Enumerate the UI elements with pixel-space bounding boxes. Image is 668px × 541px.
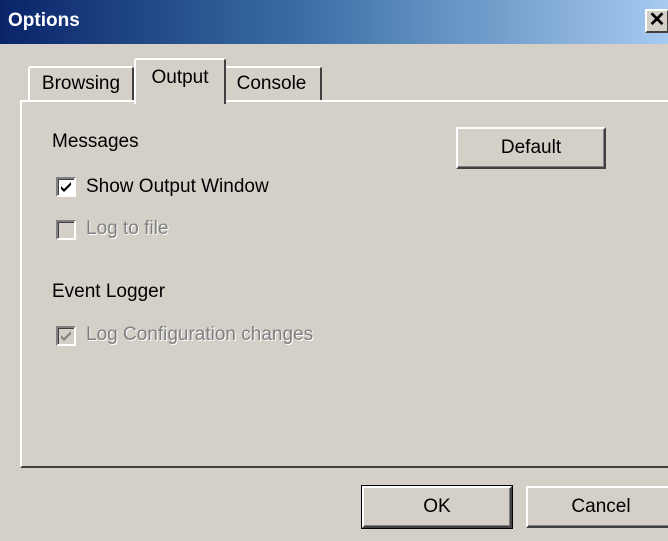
title-bar[interactable]: Options	[0, 0, 668, 44]
tab-console-label: Console	[236, 73, 307, 94]
tab-browsing-label: Browsing	[41, 73, 121, 94]
window-title: Options	[8, 10, 80, 31]
tab-browsing[interactable]: Browsing	[28, 66, 134, 102]
cancel-button[interactable]: Cancel	[526, 486, 668, 528]
default-button-label: Default	[500, 137, 562, 158]
check-icon	[61, 182, 71, 192]
log-to-file-checkbox	[56, 220, 76, 240]
close-icon: ✕	[648, 9, 666, 31]
show-output-window-checkbox[interactable]	[56, 177, 76, 197]
event-logger-heading: Event Logger	[52, 281, 166, 302]
check-icon	[61, 331, 71, 341]
messages-heading: Messages	[52, 131, 139, 152]
tab-console[interactable]: Console	[222, 66, 322, 102]
tab-output[interactable]: Output	[134, 58, 226, 104]
default-button[interactable]: Default	[456, 127, 606, 169]
cancel-button-label: Cancel	[571, 496, 631, 517]
ok-button-label: OK	[423, 496, 451, 517]
ok-button[interactable]: OK	[361, 485, 513, 529]
show-output-window-label[interactable]: Show Output Window	[86, 176, 269, 198]
log-configuration-changes-checkbox	[56, 326, 76, 346]
tab-output-label: Output	[151, 67, 209, 88]
log-configuration-changes-label: Log Configuration changes	[86, 324, 314, 345]
close-button[interactable]: ✕	[645, 9, 668, 33]
log-to-file-label: Log to file	[86, 218, 169, 239]
